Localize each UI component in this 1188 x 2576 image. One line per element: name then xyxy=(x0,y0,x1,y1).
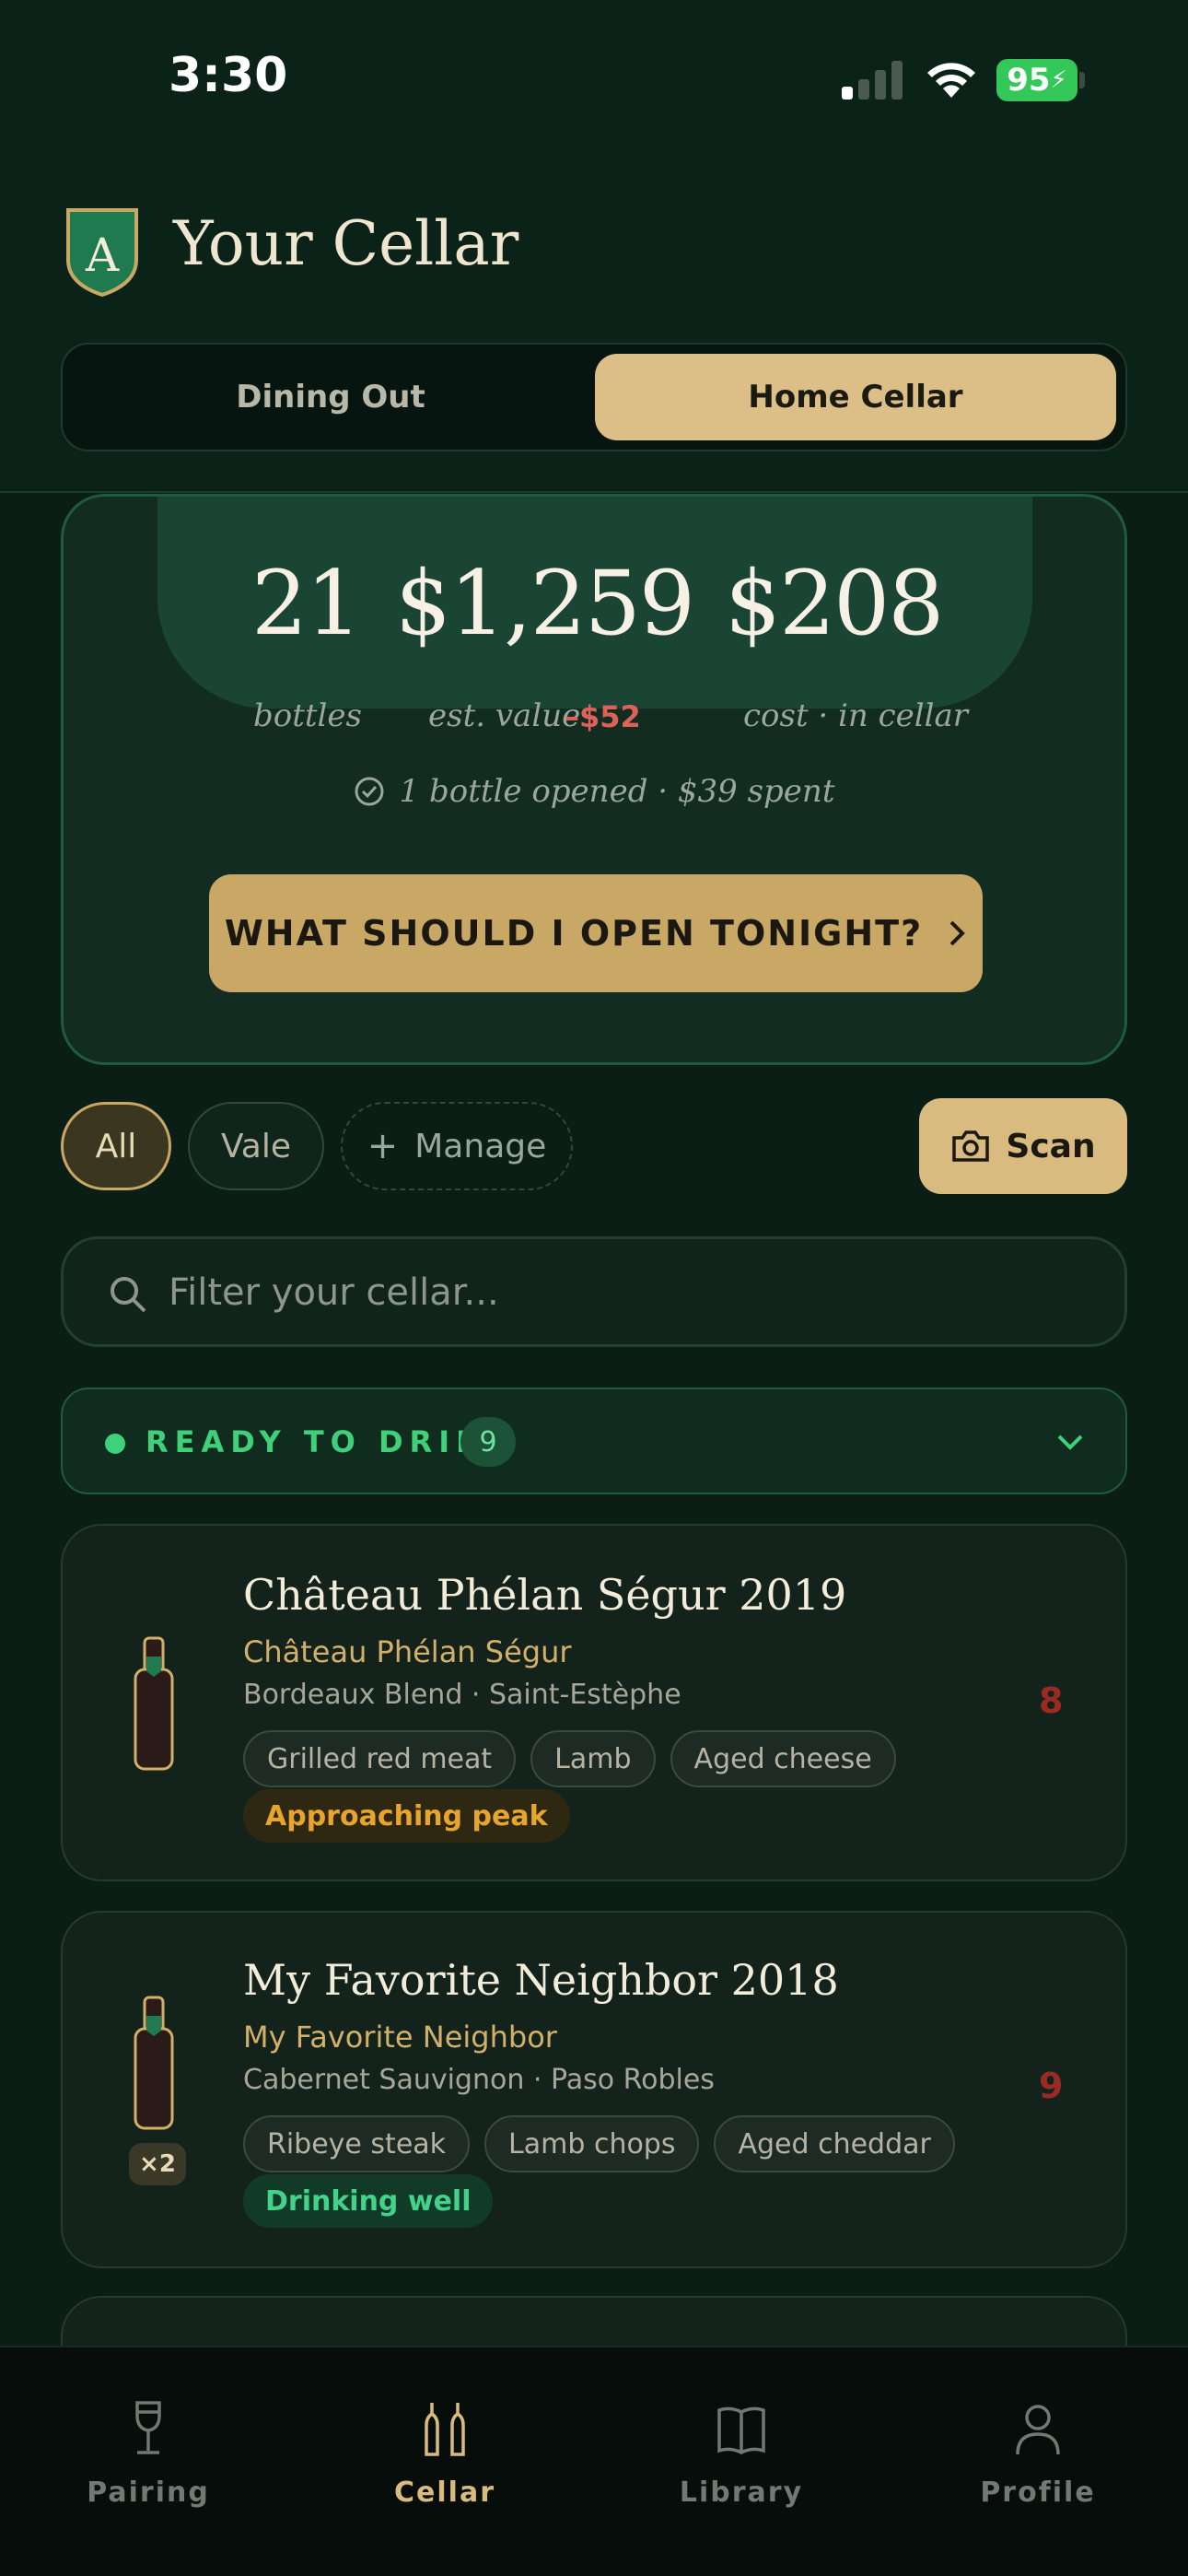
chevron-right-icon xyxy=(949,920,965,946)
wine-score: 8 xyxy=(1039,1680,1064,1721)
cost-value: $208 xyxy=(725,552,944,655)
search-input[interactable] xyxy=(169,1267,1071,1318)
status-time: 3:30 xyxy=(169,48,288,103)
pairing-tag: Aged cheddar xyxy=(714,2115,955,2172)
mode-segmented-control: Dining Out Home Cellar xyxy=(61,343,1127,451)
wine-producer: My Favorite Neighbor xyxy=(243,2020,557,2055)
bottom-tab-bar: Pairing Cellar Library Profile xyxy=(0,2346,1188,2576)
bottles-label: bottles xyxy=(253,697,363,734)
open-tonight-label: WHAT SHOULD I OPEN TONIGHT? xyxy=(224,913,924,954)
plus-icon: + xyxy=(367,1125,399,1167)
cost-label: cost · in cellar xyxy=(743,697,969,734)
wine-bottle-icon xyxy=(134,1636,174,1771)
chevron-down-icon xyxy=(1057,1434,1083,1450)
drinking-window-badge: Drinking well xyxy=(243,2174,494,2228)
status-dot xyxy=(105,1434,125,1454)
opened-summary: 1 bottle opened · $39 spent xyxy=(64,773,1124,810)
manage-label: Manage xyxy=(414,1127,547,1165)
user-icon xyxy=(1016,2405,1060,2455)
app-logo-shield-icon: A xyxy=(66,208,138,297)
camera-icon xyxy=(952,1130,990,1162)
open-tonight-button[interactable]: WHAT SHOULD I OPEN TONIGHT? xyxy=(209,874,983,992)
cellular-signal-icon xyxy=(842,61,903,100)
filter-chip-vale[interactable]: Vale xyxy=(188,1102,324,1190)
bottles-icon xyxy=(425,2403,465,2456)
pairing-tag: Grilled red meat xyxy=(243,1730,517,1787)
battery-tip xyxy=(1079,72,1085,88)
opened-text: 1 bottle opened · $39 spent xyxy=(399,773,835,810)
cellar-stats-card: 21 bottles $1,259 est. value –$52 $208 c… xyxy=(61,494,1127,1065)
tab-label: Cellar xyxy=(394,2476,495,2509)
tab-label: Profile xyxy=(980,2476,1096,2509)
tab-pairing[interactable]: Pairing xyxy=(0,2399,297,2509)
wine-name: Château Phélan Ségur 2019 xyxy=(243,1570,847,1620)
tab-library[interactable]: Library xyxy=(593,2399,890,2509)
cellar-search-bar xyxy=(61,1236,1127,1347)
pairing-tag: Lamb chops xyxy=(484,2115,700,2172)
segment-dining-out[interactable]: Dining Out xyxy=(70,354,591,440)
status-bar: 3:30 95 ⚡ xyxy=(0,0,1188,157)
segment-home-cellar[interactable]: Home Cellar xyxy=(595,354,1116,440)
check-circle-icon xyxy=(355,777,384,806)
pairing-tag: Aged cheese xyxy=(670,1730,896,1787)
wine-varietal-region: Bordeaux Blend · Saint-Estèphe xyxy=(243,1679,681,1711)
wine-producer: Château Phélan Ségur xyxy=(243,1634,572,1669)
search-icon xyxy=(111,1277,146,1313)
pairing-tags: Ribeye steak Lamb chops Aged cheddar xyxy=(243,2115,955,2172)
ready-to-drink-section-header[interactable]: READY TO DRINK 9 xyxy=(61,1388,1127,1494)
drinking-window-badge: Approaching peak xyxy=(243,1789,570,1843)
wine-glass-icon xyxy=(135,2401,161,2454)
wine-bottle-icon xyxy=(134,1996,174,2130)
scan-button[interactable]: Scan xyxy=(919,1098,1127,1194)
tab-cellar[interactable]: Cellar xyxy=(297,2399,593,2509)
scan-label: Scan xyxy=(1006,1127,1096,1165)
tab-profile[interactable]: Profile xyxy=(890,2399,1186,2509)
app-header: A Your Cellar Dining Out Home Cellar xyxy=(0,157,1188,493)
battery-icon: 95 ⚡ xyxy=(996,59,1077,101)
tab-label: Pairing xyxy=(87,2476,210,2509)
pairing-tags: Grilled red meat Lamb Aged cheese xyxy=(243,1730,896,1787)
tab-label: Library xyxy=(679,2476,804,2509)
wine-varietal-region: Cabernet Sauvignon · Paso Robles xyxy=(243,2064,715,2096)
book-icon xyxy=(717,2406,765,2454)
pairing-tag: Lamb xyxy=(530,1730,656,1787)
wine-card[interactable]: Château Phélan Ségur 2019 Château Phélan… xyxy=(61,1524,1127,1881)
pairing-tag: Ribeye steak xyxy=(243,2115,471,2172)
est-value: $1,259 xyxy=(395,552,695,655)
logo-letter: A xyxy=(85,228,120,282)
quantity-badge: ×2 xyxy=(129,2143,186,2185)
est-value-label: est. value xyxy=(428,697,581,734)
battery-level: 95 xyxy=(1007,62,1051,99)
bottles-count: 21 xyxy=(251,552,362,655)
section-count-badge: 9 xyxy=(460,1417,516,1467)
filter-chip-all[interactable]: All xyxy=(61,1102,171,1190)
wifi-icon xyxy=(927,63,975,98)
wine-card[interactable]: ×2 My Favorite Neighbor 2018 My Favorite… xyxy=(61,1911,1127,2268)
manage-filters-button[interactable]: + Manage xyxy=(341,1102,573,1190)
est-value-delta: –$52 xyxy=(565,699,641,734)
page-title: Your Cellar xyxy=(173,208,519,279)
wine-name: My Favorite Neighbor 2018 xyxy=(243,1955,839,2005)
wine-score: 9 xyxy=(1039,2066,1064,2106)
